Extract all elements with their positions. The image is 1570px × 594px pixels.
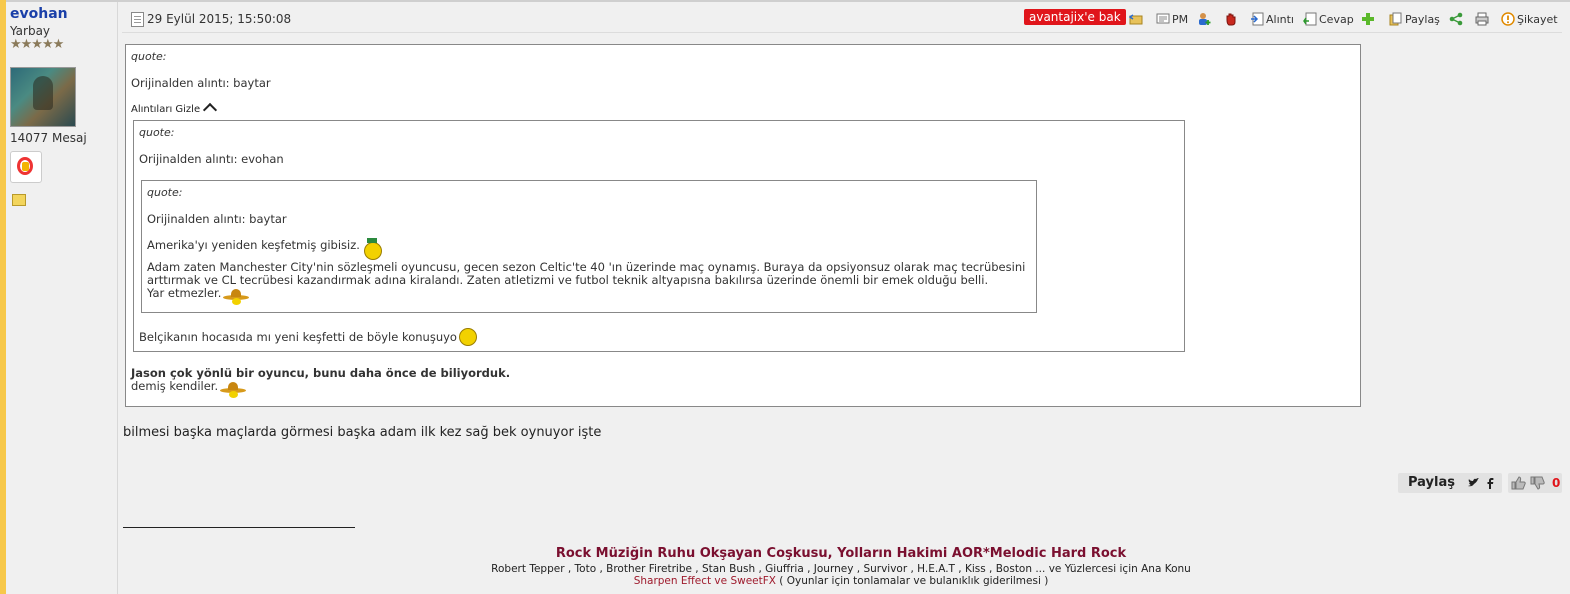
quote-icon xyxy=(1251,12,1264,26)
message-icon xyxy=(1156,13,1170,24)
quote-label: Alıntı xyxy=(1266,12,1294,26)
report-button[interactable]: Şikayet xyxy=(1501,10,1558,28)
signature-line3-rest: ( Oyunlar için tonlamalar ve bulanıklık … xyxy=(775,575,1049,587)
post-share-label: Paylaş xyxy=(1408,475,1455,490)
inner-quote-line2: Adam zaten Manchester City'nin sözleşmel… xyxy=(147,260,1026,274)
add-user-icon xyxy=(1199,13,1211,25)
add-friend-button[interactable] xyxy=(1197,10,1213,28)
hide-quotes-toggle[interactable]: Alıntıları Gizle xyxy=(131,102,218,118)
inner-quote-line1: Amerika'yı yeniden keşfetmiş gibisiz. xyxy=(147,238,360,252)
user-avatar[interactable] xyxy=(10,67,76,127)
sombrero-smiley-icon xyxy=(220,382,247,398)
share-button[interactable]: Paylaş xyxy=(1389,10,1440,28)
printer-icon xyxy=(1475,12,1489,26)
signature-line3: Sharpen Effect ve SweetFX ( Oyunlar için… xyxy=(0,575,1570,587)
signature-link[interactable]: Sharpen Effect ve SweetFX xyxy=(634,575,776,587)
inner-quote-label: quote: xyxy=(147,186,183,199)
pm-button[interactable]: PM xyxy=(1156,10,1188,28)
user-rank: Yarbay xyxy=(10,24,51,38)
outer-quote-closing-bold: Jason çok yönlü bir oyuncu, bunu daha ön… xyxy=(131,366,511,380)
message-count: 14077 Mesaj xyxy=(10,131,87,145)
report-label: Şikayet xyxy=(1517,12,1558,26)
reply-icon xyxy=(1303,12,1317,26)
top-border xyxy=(0,0,1570,2)
outer-quote-label: quote: xyxy=(131,50,167,63)
team-logo-icon xyxy=(10,151,42,183)
inner-quote-line4: Yar etmezler. xyxy=(147,286,222,300)
middle-quote-text-row: Belçikanın hocasıda mı yeni keşfetti de … xyxy=(139,328,477,346)
share-icon xyxy=(1449,12,1463,26)
add-button[interactable] xyxy=(1361,10,1377,28)
back-to-topic-button[interactable] xyxy=(1129,10,1145,28)
document-icon xyxy=(131,12,144,27)
profile-card-icon[interactable] xyxy=(12,194,26,206)
social-share-button[interactable] xyxy=(1449,10,1465,28)
inner-quote-line1-row: Amerika'yı yeniden keşfetmiş gibisiz. xyxy=(147,238,382,260)
share-docs-icon xyxy=(1389,12,1402,26)
post-body: bilmesi başka maçlarda görmesi başka ada… xyxy=(123,425,602,440)
post-share-box[interactable]: Paylaş xyxy=(1398,473,1502,493)
inner-quote-line4-row: Yar etmezler. xyxy=(147,286,250,305)
like-count: 0 xyxy=(1552,476,1561,490)
username-link[interactable]: evohan xyxy=(10,6,68,22)
pm-label: PM xyxy=(1172,12,1189,26)
outer-quote-closing-row: demiş kendiler. xyxy=(131,379,247,398)
post-header: 29 Eylül 2015; 15:50:08 avantajix'e bak … xyxy=(122,6,1562,33)
signature-divider xyxy=(123,527,355,528)
print-button[interactable] xyxy=(1475,10,1491,28)
rank-stars: ★★★★★ xyxy=(10,37,64,52)
outer-quote-closing-text: demiş kendiler. xyxy=(131,379,219,393)
middle-quote-origin: Orijinalden alıntı: evohan xyxy=(139,152,284,166)
avantajix-badge[interactable]: avantajix'e bak xyxy=(1024,9,1126,25)
inner-quote-line3: arttırmak ve CL tecrübesi kazandırmak ad… xyxy=(147,273,989,287)
block-user-button[interactable] xyxy=(1224,10,1240,28)
smile-smiley-icon xyxy=(458,328,477,346)
twitter-icon[interactable] xyxy=(1468,478,1479,488)
middle-quote-label: quote: xyxy=(139,126,175,139)
rating-box: 0 xyxy=(1508,473,1562,493)
hide-quotes-label: Alıntıları Gizle xyxy=(131,104,201,115)
reply-button[interactable]: Cevap xyxy=(1303,10,1354,28)
signature-title: Rock Müziğin Ruhu Okşayan Coşkusu, Yolla… xyxy=(555,546,1127,561)
inner-quote-origin: Orijinalden alıntı: baytar xyxy=(147,212,287,226)
middle-quote-text: Belçikanın hocasıda mı yeni keşfetti de … xyxy=(139,330,457,344)
signature-line2: Robert Tepper , Toto , Brother Firetribe… xyxy=(491,563,1191,575)
folder-arrow-icon xyxy=(1129,14,1143,25)
author-sidebar: evohan Yarbay ★★★★★ 14077 Mesaj xyxy=(6,2,118,594)
thumbs-up-icon[interactable] xyxy=(1511,476,1526,490)
grin-smiley-icon xyxy=(362,238,382,260)
quote-button[interactable]: Alıntı xyxy=(1250,10,1294,28)
facebook-icon[interactable] xyxy=(1486,477,1494,489)
plus-icon xyxy=(1362,13,1374,25)
thumbs-down-icon[interactable] xyxy=(1530,476,1545,490)
share-label: Paylaş xyxy=(1405,12,1440,26)
warning-icon xyxy=(1501,12,1515,26)
post-date: 29 Eylül 2015; 15:50:08 xyxy=(147,12,292,26)
hand-stop-icon xyxy=(1226,13,1236,26)
sombrero-smiley-icon xyxy=(223,289,250,305)
reply-label: Cevap xyxy=(1319,12,1354,26)
chevron-up-icon xyxy=(203,102,218,118)
outer-quote-origin: Orijinalden alıntı: baytar xyxy=(131,76,271,90)
